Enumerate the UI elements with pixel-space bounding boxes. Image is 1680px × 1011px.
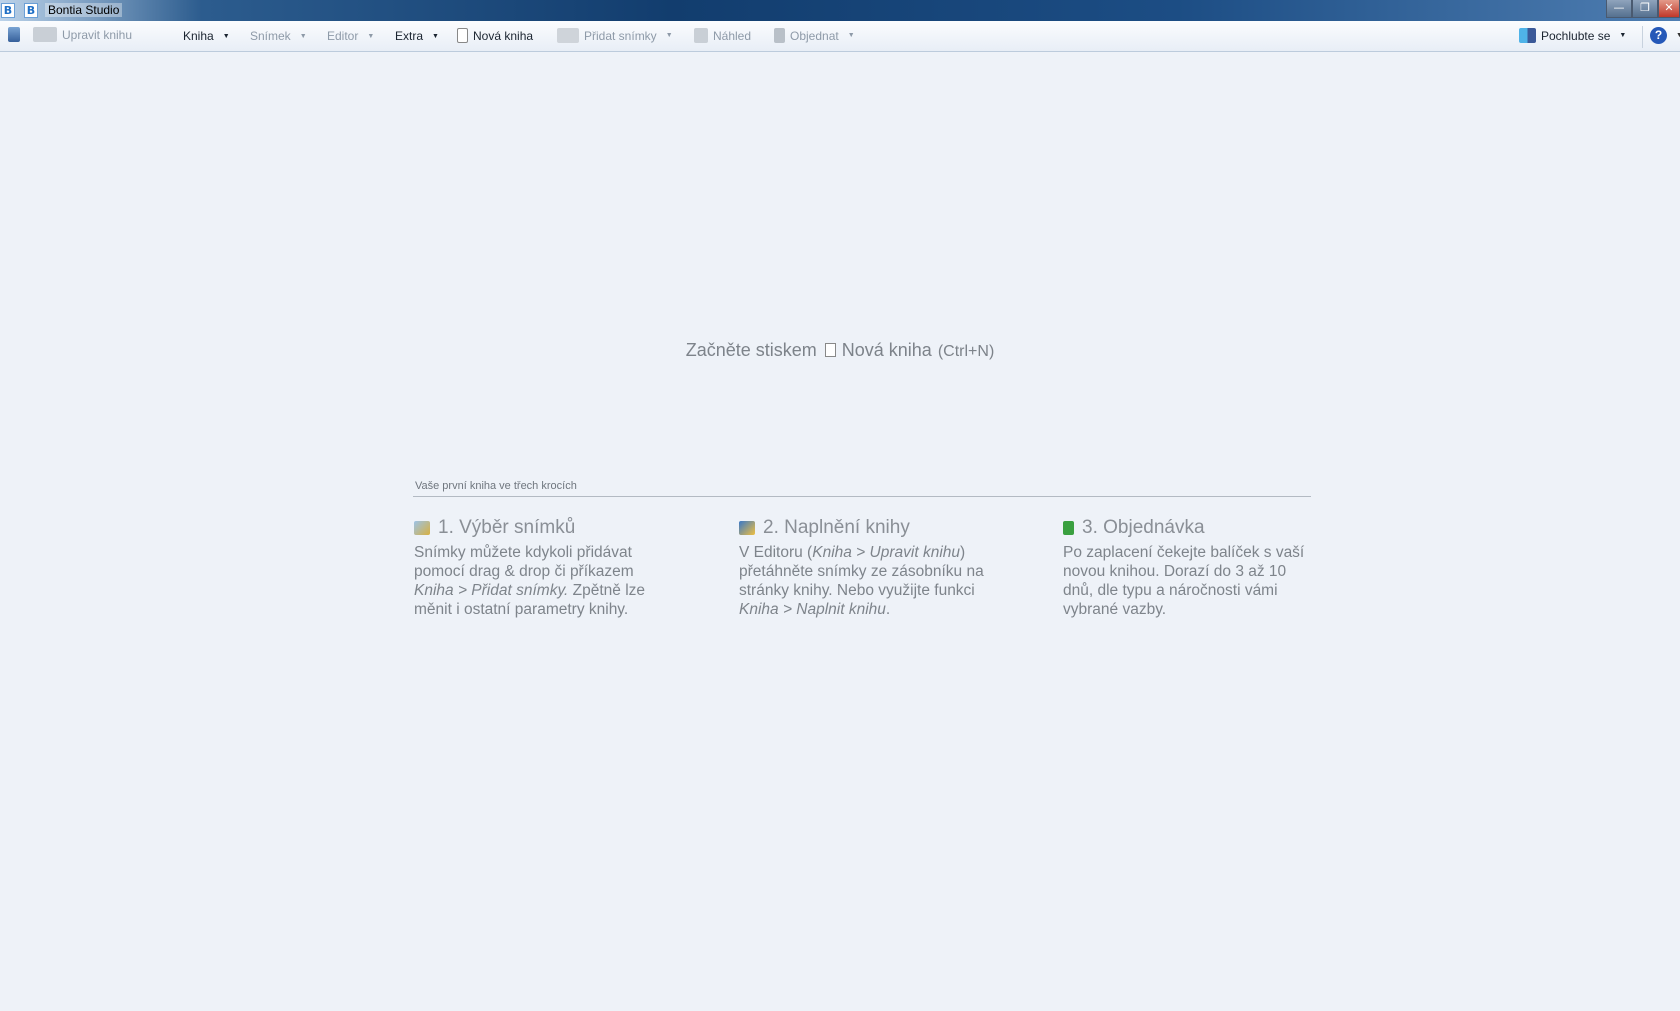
divider xyxy=(413,496,1311,497)
snimek-label: Snímek xyxy=(250,29,291,43)
social-share-icon xyxy=(1519,28,1536,43)
toolbar: Upravit knihu Kniha ▼ Snímek ▼ Editor ▼ Ext… xyxy=(0,21,1680,52)
title-bar: B B Bontia Studio — ❐ ✕ xyxy=(0,0,1680,21)
menu-extra[interactable]: Extra ▼ xyxy=(395,29,439,43)
step-description: V Editoru (Kniha > Upravit knihu) přetáh… xyxy=(739,544,984,618)
order-icon xyxy=(774,28,785,43)
order-icon xyxy=(1063,521,1074,535)
preview-icon xyxy=(694,28,708,43)
edit-pencil-icon xyxy=(739,521,755,535)
dropdown-arrow-icon: ▼ xyxy=(1619,32,1627,39)
step-1: 1. Výběr snímků Snímky můžete kdykoli př… xyxy=(414,517,674,619)
step-3: 3. Objednávka Po zaplacení čekejte balíč… xyxy=(1063,517,1313,619)
dropdown-arrow-icon: ▼ xyxy=(222,32,230,40)
start-prefix: Začněte stiskem xyxy=(685,340,817,360)
nahled-label: Náhled xyxy=(713,28,752,43)
nahled-button[interactable]: Náhled xyxy=(694,28,751,43)
dropdown-arrow-icon: ▼ xyxy=(299,32,307,40)
editor-label: Editor xyxy=(327,29,359,43)
step-title: 1. Výběr snímků xyxy=(438,517,576,538)
upravit-knihu-button[interactable]: Upravit knihu xyxy=(33,27,132,42)
dropdown-arrow-icon: ▼ xyxy=(367,32,375,40)
nova-kniha-button[interactable]: Nová kniha xyxy=(457,28,533,43)
step-2: 2. Naplnění knihy V Editoru (Kniha > Upr… xyxy=(739,517,999,619)
objednat-button[interactable]: Objednat ▼ xyxy=(774,28,855,43)
menu-kniha[interactable]: Kniha ▼ xyxy=(183,29,230,43)
close-button[interactable]: ✕ xyxy=(1658,0,1680,18)
help-icon: ? xyxy=(1650,27,1667,44)
pridat-snimky-button[interactable]: Přidat snímky ▼ xyxy=(557,28,673,43)
extra-label: Extra xyxy=(395,29,424,43)
new-document-icon xyxy=(824,343,836,357)
photos-icon xyxy=(414,521,430,535)
upravit-label: Upravit knihu xyxy=(62,27,133,42)
dropdown-arrow-icon: ▼ xyxy=(665,32,673,39)
menu-editor[interactable]: Editor ▼ xyxy=(327,29,374,43)
new-document-icon xyxy=(457,28,468,43)
minimize-button[interactable]: — xyxy=(1606,0,1632,18)
edit-book-icon xyxy=(33,27,57,42)
maximize-button[interactable]: ❐ xyxy=(1632,0,1658,18)
app-logo-icon: B xyxy=(24,3,38,18)
dropdown-arrow-icon: ▼ xyxy=(432,32,439,40)
start-new-book-link[interactable]: Nová kniha xyxy=(842,340,932,360)
menu-snimek[interactable]: Snímek ▼ xyxy=(250,29,307,43)
dropdown-arrow-icon: ▼ xyxy=(1676,32,1680,39)
dropdown-arrow-icon: ▼ xyxy=(847,32,855,39)
back-arrow-icon xyxy=(8,27,20,42)
toolbar-separator xyxy=(1642,26,1643,48)
objednat-label: Objednat xyxy=(790,28,839,43)
step-description: Po zaplacení čekejte balíček s vaší novo… xyxy=(1063,544,1305,618)
pochlubte-label: Pochlubte se xyxy=(1541,28,1611,43)
step-title: 3. Objednávka xyxy=(1082,517,1205,538)
window-title: Bontia Studio xyxy=(45,3,123,17)
steps-header: Vaše první kniha ve třech krocích xyxy=(415,480,577,492)
kniha-label: Kniha xyxy=(183,29,214,43)
back-button[interactable] xyxy=(8,27,20,42)
nova-label: Nová kniha xyxy=(473,28,534,43)
start-hint: Začněte stiskem Nová kniha (Ctrl+N) xyxy=(0,340,1680,361)
add-photos-icon xyxy=(557,28,579,43)
pridat-label: Přidat snímky xyxy=(584,28,657,43)
shortcut-hint: (Ctrl+N) xyxy=(937,343,995,360)
pochlubte-se-button[interactable]: Pochlubte se ▼ xyxy=(1519,28,1626,43)
step-title: 2. Naplnění knihy xyxy=(763,517,910,538)
app-icon[interactable]: B xyxy=(1,3,15,18)
step-description: Snímky můžete kdykoli přidávat pomocí dr… xyxy=(414,544,646,618)
help-button[interactable]: ? ▼ xyxy=(1650,27,1680,44)
